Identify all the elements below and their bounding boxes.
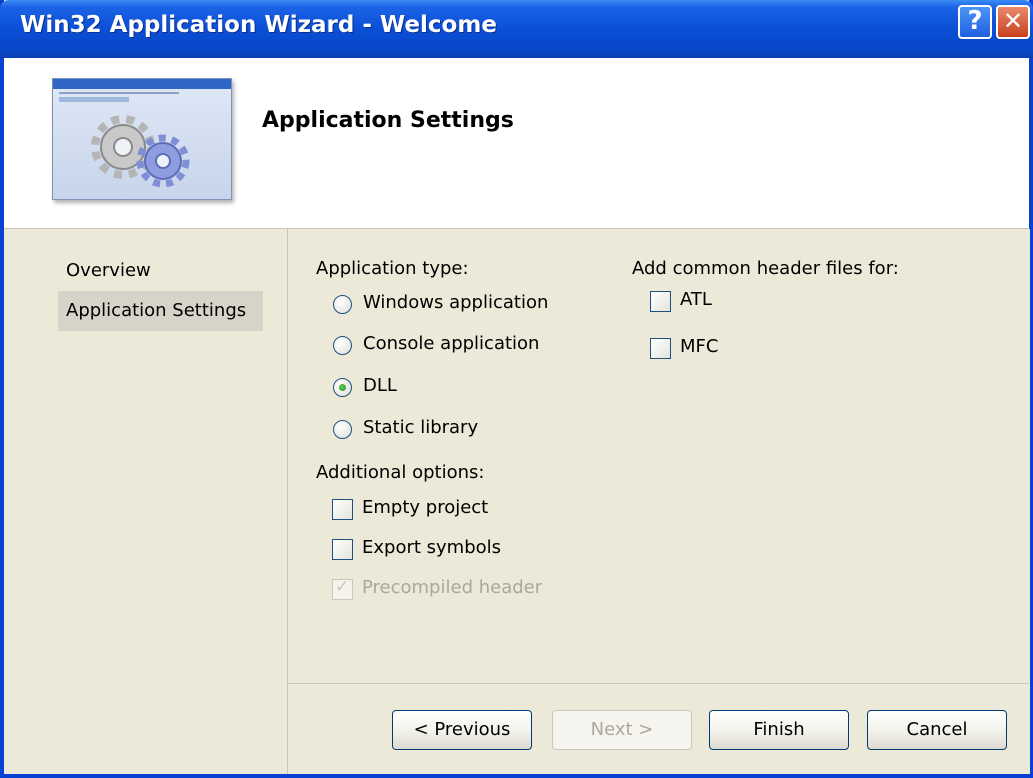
checkbox-label: Precompiled header <box>362 577 543 598</box>
checkbox-box[interactable] <box>650 338 671 359</box>
checkbox-box[interactable] <box>332 499 353 520</box>
page-title: Application Settings <box>262 108 514 133</box>
radio-label: Static library <box>363 417 479 438</box>
checkbox-box-disabled: ✓ <box>332 577 353 600</box>
finish-button[interactable]: Finish <box>709 710 849 750</box>
help-button[interactable]: ? <box>958 5 992 39</box>
wizard-nav: Overview Application Settings <box>4 229 287 774</box>
radio-indicator[interactable] <box>333 336 352 355</box>
button-separator <box>287 683 1029 684</box>
next-button: Next > <box>552 710 692 750</box>
checkmark-icon: ✓ <box>335 577 350 597</box>
nav-item-overview[interactable]: Overview <box>58 251 263 291</box>
checkbox-label: Export symbols <box>362 537 502 558</box>
checkbox-box[interactable] <box>332 539 353 560</box>
window-title: Win32 Application Wizard - Welcome <box>20 12 497 38</box>
title-bar[interactable]: Win32 Application Wizard - Welcome ? ✕ <box>0 0 1033 58</box>
nav-item-application-settings[interactable]: Application Settings <box>58 291 263 331</box>
wizard-header: Application Settings <box>4 58 1029 229</box>
radio-label: Windows application <box>363 292 549 313</box>
radio-label: Console application <box>363 333 540 354</box>
application-type-label: Application type: <box>316 258 469 279</box>
header-files-label: Add common header files for: <box>632 258 899 279</box>
previous-button[interactable]: < Previous <box>392 710 532 750</box>
cancel-button[interactable]: Cancel <box>867 710 1007 750</box>
gears-icon <box>52 78 232 200</box>
settings-panel: Application type: Windows application Co… <box>287 229 1030 774</box>
wizard-window: Win32 Application Wizard - Welcome ? ✕ A… <box>0 0 1033 778</box>
checkbox-box[interactable] <box>650 291 671 312</box>
radio-indicator[interactable] <box>333 420 352 439</box>
radio-indicator-selected[interactable] <box>333 378 352 397</box>
radio-indicator[interactable] <box>333 295 352 314</box>
checkbox-label: MFC <box>680 336 719 357</box>
checkbox-label: Empty project <box>362 497 489 518</box>
checkbox-label: ATL <box>680 289 712 310</box>
close-button[interactable]: ✕ <box>996 5 1030 39</box>
radio-label: DLL <box>363 375 397 396</box>
additional-options-label: Additional options: <box>316 462 485 483</box>
